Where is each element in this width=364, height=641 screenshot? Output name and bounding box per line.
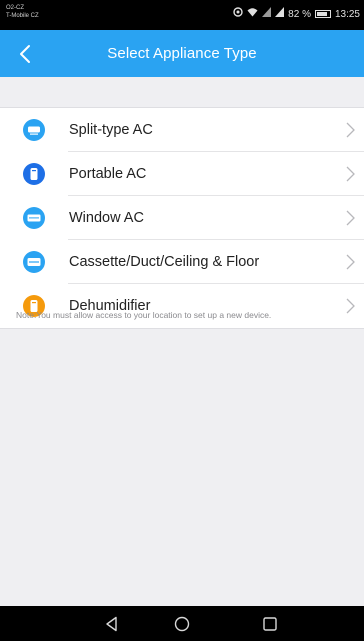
split-ac-icon <box>23 119 45 141</box>
home-circle-icon[interactable] <box>173 615 191 633</box>
list-item-portable-ac[interactable]: Portable AC <box>0 152 364 196</box>
screen: O2-CZ T-Mobile CZ 82 % 13:25 Select Appl… <box>0 0 364 641</box>
location-note: Note:You must allow access to your locat… <box>16 310 272 320</box>
cassette-ac-icon <box>23 251 45 273</box>
status-bar: O2-CZ T-Mobile CZ 82 % 13:25 <box>0 0 364 30</box>
list-item-label: Portable AC <box>69 166 147 182</box>
carrier-info: O2-CZ T-Mobile CZ <box>6 4 39 20</box>
page-title: Select Appliance Type <box>107 45 257 62</box>
carrier-line-2: T-Mobile CZ <box>6 13 39 19</box>
carrier-line-1: O2-CZ <box>6 5 24 11</box>
clock-time: 13:25 <box>334 8 360 20</box>
data-icon <box>233 7 243 21</box>
list-item-cassette-duct-ceiling-floor[interactable]: Cassette/Duct/Ceiling & Floor <box>0 240 364 284</box>
list-item-label: Cassette/Duct/Ceiling & Floor <box>69 254 260 270</box>
chevron-right-icon <box>346 210 355 226</box>
list-item-split-type-ac[interactable]: Split-type AC <box>0 108 364 152</box>
system-nav-bar <box>0 606 364 641</box>
battery-icon <box>314 10 331 18</box>
wifi-icon <box>247 7 258 21</box>
back-triangle-icon[interactable] <box>103 615 121 633</box>
portable-ac-icon <box>23 163 45 185</box>
signal-icon <box>275 7 285 21</box>
chevron-right-icon <box>346 254 355 270</box>
window-ac-icon <box>23 207 45 229</box>
signal-icon <box>262 7 272 21</box>
battery-percent: 82 % <box>288 8 311 20</box>
chevron-right-icon <box>346 122 355 138</box>
status-icons: 82 % 13:25 <box>233 7 360 21</box>
app-bar: Select Appliance Type <box>0 30 364 77</box>
list-item-window-ac[interactable]: Window AC <box>0 196 364 240</box>
list-item-label: Window AC <box>69 210 144 226</box>
list-item-dehumidifier[interactable]: Dehumidifier <box>0 284 364 328</box>
recents-square-icon[interactable] <box>261 615 279 633</box>
appliance-list: Split-type AC Portable AC Window AC Cass… <box>0 107 364 329</box>
list-item-label: Split-type AC <box>69 122 153 138</box>
chevron-right-icon <box>346 166 355 182</box>
